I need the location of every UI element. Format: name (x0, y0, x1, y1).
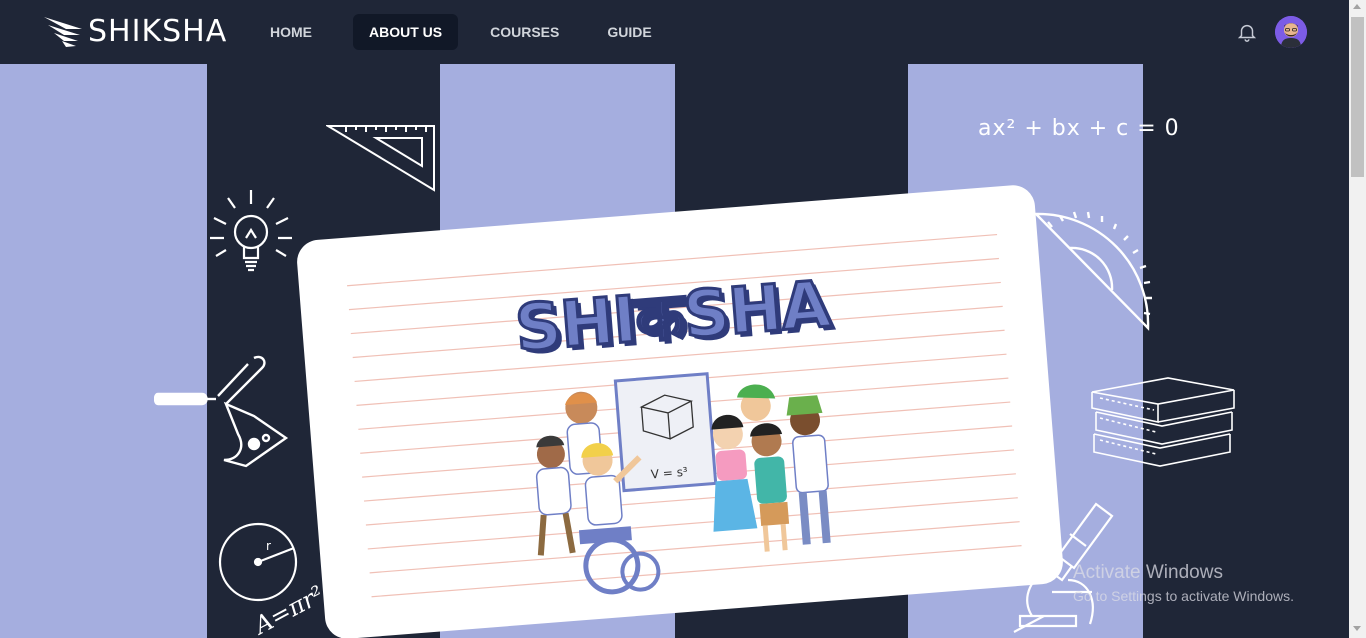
hero-banner: r A=πr² ax² + bx + c = 0 SHIकSHA V = s³ … (0, 64, 1349, 638)
page-scrollbar[interactable] (1349, 0, 1366, 638)
user-avatar-icon (1275, 16, 1307, 48)
watermark-subtitle: Go to Settings to activate Windows. (1073, 588, 1294, 604)
brand-logo[interactable]: SHIKSHA (44, 14, 227, 49)
nav-guide[interactable]: GUIDE (591, 14, 667, 50)
avatar[interactable] (1275, 16, 1307, 48)
hero-card: SHIकSHA V = s³ (295, 183, 1065, 638)
scroll-down-arrow-icon[interactable] (1353, 626, 1361, 631)
chemistry-flask-icon (154, 355, 289, 468)
svg-text:r: r (266, 539, 271, 553)
scrollbar-thumb[interactable] (1351, 17, 1364, 177)
nav-about-us[interactable]: ABOUT US (353, 14, 459, 50)
watermark-title: Activate Windows (1073, 562, 1223, 583)
main-nav: HOME ABOUT US COURSES GUIDE (254, 14, 669, 50)
notebook-card: SHIकSHA V = s³ (295, 183, 1065, 638)
quadratic-formula: ax² + bx + c = 0 (978, 116, 1180, 141)
set-square-icon (326, 125, 435, 192)
windows-activation-watermark: Activate Windows Go to Settings to activ… (1073, 562, 1294, 604)
wing-logo-icon (44, 16, 82, 47)
books-icon (1091, 377, 1235, 467)
nav-home[interactable]: HOME (254, 14, 328, 50)
students-illustration: V = s³ (535, 372, 831, 595)
bell-icon[interactable] (1236, 21, 1258, 43)
top-navbar: SHIKSHA HOME ABOUT US COURSES GUIDE (0, 0, 1349, 64)
lightbulb-icon (210, 190, 292, 272)
hero-stripe (0, 64, 207, 638)
protractor-icon (1033, 211, 1152, 331)
scroll-up-arrow-icon[interactable] (1353, 4, 1361, 9)
board-formula: V = s³ (650, 465, 688, 482)
nav-courses[interactable]: COURSES (474, 14, 575, 50)
brand-name: SHIKSHA (88, 14, 228, 49)
hero-stripe (1143, 64, 1349, 638)
